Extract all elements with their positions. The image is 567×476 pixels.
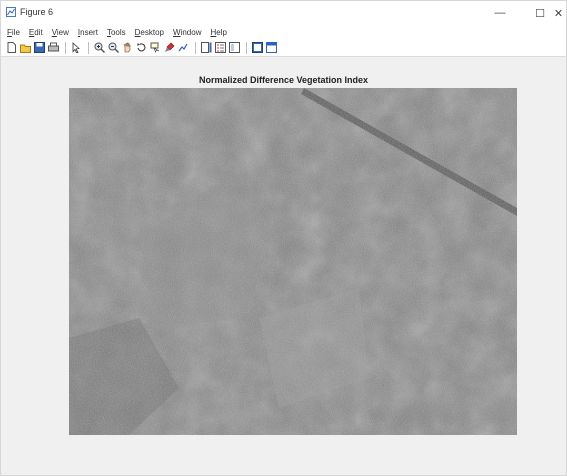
menu-label: elp	[216, 27, 227, 37]
menu-file[interactable]: File	[7, 28, 20, 37]
toolbar-separator	[195, 41, 196, 54]
close-icon: ✕	[553, 7, 564, 20]
window-title: Figure 6	[20, 7, 54, 17]
menu-view[interactable]: View	[52, 28, 69, 37]
close-button[interactable]: ✕	[549, 1, 567, 25]
rotate-3d-icon[interactable]	[135, 42, 147, 54]
insert-legend-icon[interactable]	[214, 42, 226, 54]
toolbar-separator	[246, 41, 247, 54]
menu-insert[interactable]: Insert	[78, 28, 98, 37]
title-bar[interactable]: Figure 6 — ☐ ✕	[1, 1, 566, 25]
dock-figure-icon[interactable]	[265, 42, 277, 54]
pan-icon[interactable]	[121, 42, 133, 54]
menu-label: indow	[180, 27, 202, 37]
maximize-icon: ☐	[535, 7, 545, 20]
data-cursor-icon[interactable]	[149, 42, 161, 54]
plot-title: Normalized Difference Vegetation Index	[198, 75, 369, 85]
link-plot-icon[interactable]	[177, 42, 189, 54]
new-figure-icon[interactable]	[5, 42, 17, 54]
show-plot-tools-icon[interactable]	[251, 42, 263, 54]
menu-window[interactable]: Window	[173, 28, 201, 37]
figure-toolbar	[1, 39, 566, 57]
menu-label: esktop	[140, 27, 164, 37]
menu-help[interactable]: Help	[210, 28, 226, 37]
menu-label: iew	[56, 27, 69, 37]
insert-colorbar-icon[interactable]	[200, 42, 212, 54]
menu-bar: File Edit View Insert Tools Desktop Wind…	[1, 25, 566, 39]
zoom-in-icon[interactable]	[93, 42, 105, 54]
menu-label: ools	[110, 27, 126, 37]
open-file-icon[interactable]	[19, 42, 31, 54]
menu-tools[interactable]: Tools	[107, 28, 126, 37]
edit-plot-icon[interactable]	[70, 42, 82, 54]
menu-label: dit	[34, 27, 43, 37]
minimize-button[interactable]: —	[481, 1, 519, 25]
menu-edit[interactable]: Edit	[29, 28, 43, 37]
hide-plot-tools-icon[interactable]	[228, 42, 240, 54]
print-figure-icon[interactable]	[47, 42, 59, 54]
matlab-figure-icon	[6, 7, 16, 17]
minimize-icon: —	[494, 7, 506, 19]
menu-label: nsert	[80, 27, 98, 37]
menu-mnemonic: W	[173, 27, 181, 37]
menu-desktop[interactable]: Desktop	[135, 28, 164, 37]
save-figure-icon[interactable]	[33, 42, 45, 54]
toolbar-separator	[88, 41, 89, 54]
ndvi-image	[69, 88, 517, 435]
toolbar-separator	[65, 41, 66, 54]
zoom-out-icon[interactable]	[107, 42, 119, 54]
menu-label: ile	[11, 27, 20, 37]
brush-icon[interactable]	[163, 42, 175, 54]
